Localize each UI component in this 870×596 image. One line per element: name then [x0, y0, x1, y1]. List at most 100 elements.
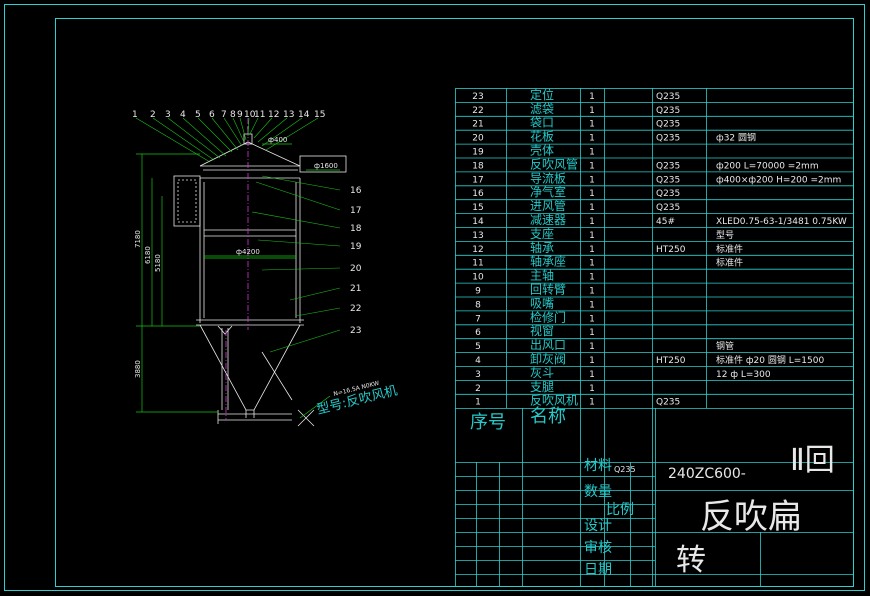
- bom-cell-material: Q235: [656, 106, 680, 116]
- centerlines: [225, 118, 249, 420]
- bom-cell-note: 12 ф L=300: [716, 370, 771, 380]
- bom-cell-qty: 1: [589, 217, 595, 227]
- callout-11: 11: [254, 110, 265, 120]
- callout-23: 23: [350, 326, 361, 336]
- bom-cell-material: HT250: [656, 245, 686, 255]
- tb-date-label: 日期: [584, 562, 612, 578]
- top-callout-numbers: 1 2 3 4 5 6 7 8 9 10 11 12 13 14 15: [132, 110, 325, 120]
- callout-8: 8: [230, 110, 236, 120]
- drawing-title-1: 反吹扁: [700, 497, 802, 537]
- bom-cell-name: 出风口: [530, 338, 566, 352]
- bom-cell-qty: 1: [589, 342, 595, 352]
- bom-cell-note: 标准件: [716, 243, 743, 255]
- bom-cell-qty: 1: [589, 189, 595, 199]
- callout-15: 15: [314, 110, 325, 120]
- callout-3: 3: [165, 110, 171, 120]
- callout-9: 9: [237, 110, 243, 120]
- bom-cell-qty: 1: [589, 287, 595, 297]
- header-no: 序号: [470, 412, 506, 433]
- bom-cell-qty: 1: [589, 300, 595, 310]
- bom-cell-name: 支腿: [530, 380, 554, 394]
- bom-cell-no: 5: [475, 342, 481, 352]
- bom-cell-note: 钢管: [716, 340, 734, 352]
- bom-cell-material: Q235: [656, 398, 680, 408]
- bom-rows: 23 定位 1 Q23522 滤袋 1 Q23521 袋口 1 Q23520 花板 1 Q235 ф32 …: [455, 87, 853, 408]
- bom-cell-qty: 1: [589, 370, 595, 380]
- bom-cell-note: 型号: [716, 230, 734, 241]
- bom-cell-name: 进风管: [530, 198, 566, 213]
- bom-cell-material: Q235: [656, 134, 680, 144]
- bom-cell-material: Q235: [656, 92, 680, 102]
- callout-17: 17: [350, 206, 361, 216]
- dim-top-pipe: ф400: [268, 136, 287, 144]
- bom-cell-qty: 1: [589, 92, 595, 102]
- bom-cell-no: 8: [475, 300, 481, 310]
- dim-upper: 6180: [144, 246, 152, 264]
- right-callout-numbers: 16 17 18 19 20 21 22 23: [350, 186, 362, 336]
- tb-material-label: 材料: [584, 458, 612, 474]
- bom-cell-material: Q235: [656, 120, 680, 130]
- tb-design-label: 设计: [584, 518, 612, 534]
- callout-7: 7: [221, 110, 227, 120]
- callout-21: 21: [350, 284, 361, 294]
- bom-cell-note: 标准件: [716, 257, 743, 269]
- bom-cell-note: XLED0.75-63-1/3481 0.75KW: [716, 217, 847, 227]
- bom-cell-no: 6: [475, 328, 481, 338]
- tb-scale-label: 比例: [606, 502, 634, 518]
- callout-6: 6: [209, 110, 215, 120]
- bom-cell-name: 轴承: [530, 240, 554, 255]
- bom-cell-qty: 1: [589, 245, 595, 255]
- callout-4: 4: [180, 110, 186, 120]
- drawing-title-2: 转: [676, 543, 706, 578]
- bom-cell-material: Q235: [656, 175, 680, 185]
- callout-1: 1: [132, 110, 138, 120]
- bom-cell-qty: 1: [589, 175, 595, 185]
- dim-mid: 5180: [154, 254, 162, 272]
- bom-cell-material: Q235: [656, 203, 680, 213]
- tb-check-label: 审核: [584, 540, 612, 556]
- dim-overall: 7180: [134, 230, 142, 248]
- bom-cell-no: 12: [472, 245, 483, 255]
- bom-cell-note: ф32 圆钢: [716, 132, 756, 144]
- bom-cell-material: 45#: [656, 217, 675, 227]
- callout-20: 20: [350, 264, 362, 274]
- drawing-code-suffix: Ⅱ回: [790, 443, 835, 478]
- bom-cell-no: 17: [472, 175, 483, 185]
- bom-header: 序号 名称: [470, 406, 566, 433]
- dim-shell: ф4200: [236, 248, 260, 256]
- callout-18: 18: [350, 224, 362, 234]
- bom-cell-name: 支座: [530, 226, 554, 241]
- bom-cell-no: 9: [475, 287, 481, 297]
- top-callout-leaders: [135, 117, 319, 163]
- bom-cell-no: 1: [475, 398, 481, 408]
- bom-cell-qty: 1: [589, 106, 595, 116]
- bom-cell-no: 2: [475, 384, 481, 394]
- bom-cell-no: 21: [472, 120, 483, 130]
- bom-cell-qty: 1: [589, 384, 595, 394]
- bom-cell-name: 定位: [530, 87, 554, 102]
- bom-cell-name: 反吹风管: [530, 156, 578, 171]
- cad-drawing-canvas: 1 2 3 4 5 6 7 8 9 10 11 12 13 14 15 16 1…: [4, 4, 865, 591]
- drawing-code: 240ZC600-: [668, 466, 746, 482]
- bom-cell-name: 吸嘴: [530, 296, 554, 310]
- bom-cell-no: 22: [472, 106, 483, 116]
- bom-cell-qty: 1: [589, 314, 595, 324]
- bom-cell-no: 18: [472, 161, 484, 171]
- callout-13: 13: [283, 110, 294, 120]
- bom-cell-no: 23: [472, 92, 483, 102]
- callout-19: 19: [350, 242, 362, 252]
- bom-cell-name: 回转臂: [530, 282, 566, 297]
- bom-cell-qty: 1: [589, 259, 595, 269]
- bom-cell-no: 14: [472, 217, 484, 227]
- bom-cell-material: HT250: [656, 356, 686, 366]
- bom-cell-no: 13: [472, 231, 483, 241]
- bom-cell-qty: 1: [589, 161, 595, 171]
- bom-cell-name: 检修门: [530, 309, 566, 324]
- bom-cell-no: 11: [472, 259, 483, 269]
- elevation-view: [173, 126, 347, 427]
- bom-cell-qty: 1: [589, 134, 595, 144]
- bom-cell-qty: 1: [589, 398, 595, 408]
- bom-cell-no: 19: [472, 148, 484, 158]
- dimension-lines: [136, 143, 340, 419]
- bom-cell-name: 滤袋: [530, 102, 554, 116]
